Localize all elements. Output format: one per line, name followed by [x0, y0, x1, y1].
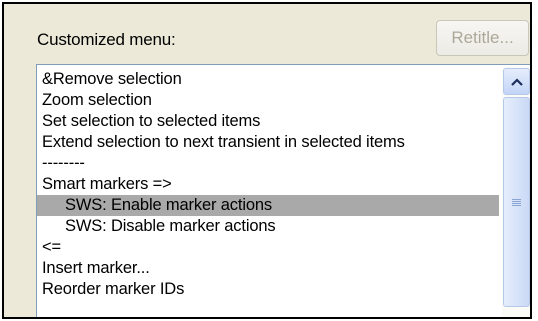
- list-item[interactable]: Smart markers =>: [37, 174, 501, 195]
- scroll-up-button[interactable]: [503, 68, 530, 95]
- list-item[interactable]: --------: [37, 153, 501, 174]
- list-item[interactable]: Extend selection to next transient in se…: [37, 132, 501, 153]
- customized-menu-label: Customized menu:: [37, 30, 176, 49]
- customized-menu-list[interactable]: &Remove selection Zoom selection Set selec…: [36, 64, 530, 317]
- chevron-up-icon: [510, 77, 523, 86]
- vertical-scrollbar[interactable]: [502, 67, 530, 317]
- list-item[interactable]: Set selection to selected items: [37, 111, 501, 132]
- list-item[interactable]: Reorder marker IDs: [37, 279, 501, 300]
- list-item-selected[interactable]: SWS: Enable marker actions: [37, 195, 499, 216]
- list-item[interactable]: SWS: Disable marker actions: [37, 216, 501, 237]
- list-item[interactable]: Zoom selection: [37, 90, 501, 111]
- list-item[interactable]: Insert marker...: [37, 258, 501, 279]
- list-item[interactable]: &Remove selection: [37, 69, 501, 90]
- retitle-button[interactable]: Retitle...: [436, 20, 529, 56]
- grip-icon: [512, 198, 521, 206]
- scroll-thumb[interactable]: [503, 97, 530, 307]
- menu-items-container: &Remove selection Zoom selection Set selec…: [37, 69, 501, 300]
- dialog-panel: Customized menu: Retitle... &Remove sele…: [2, 2, 532, 319]
- list-item[interactable]: <=: [37, 237, 501, 258]
